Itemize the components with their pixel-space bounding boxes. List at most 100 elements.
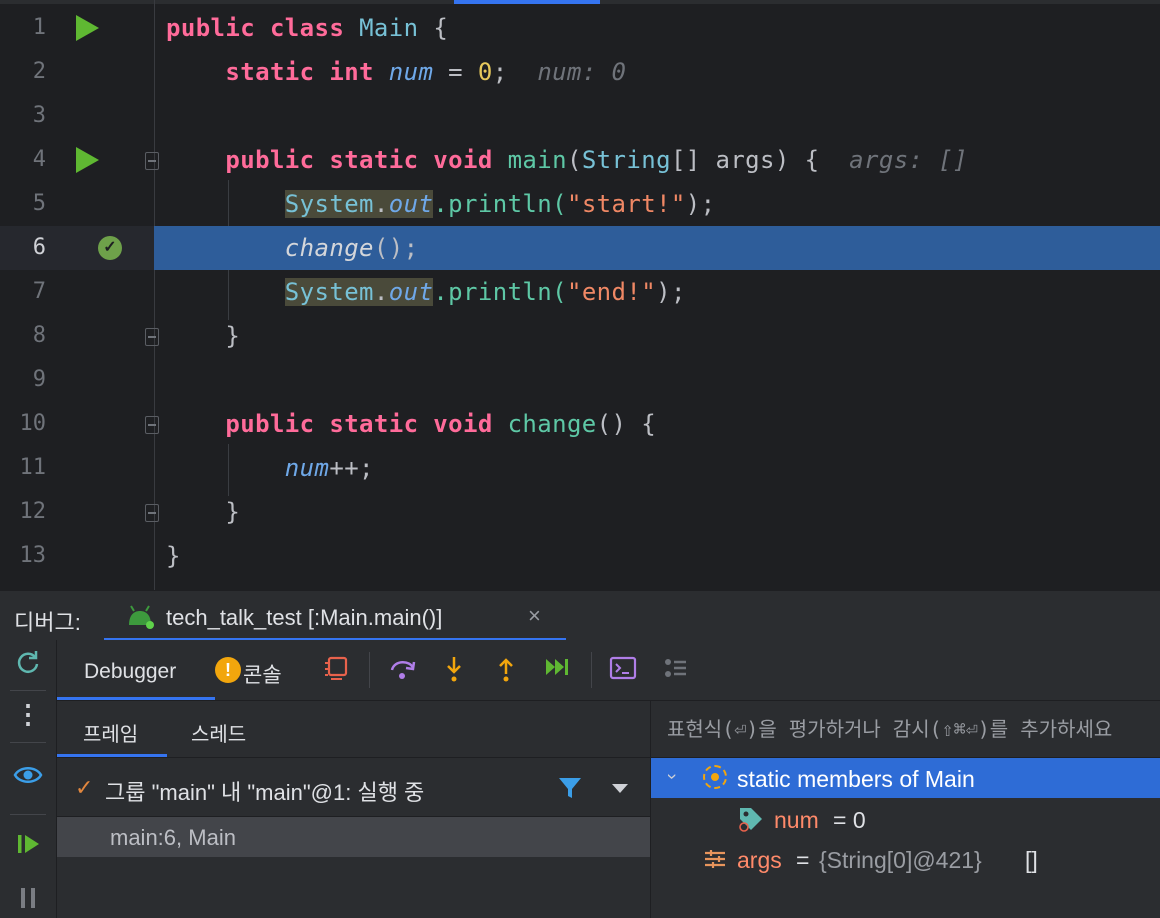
tab-debugger[interactable]: Debugger <box>57 640 215 700</box>
code-line[interactable]: 9 <box>0 358 1160 402</box>
code-line[interactable]: 12 } <box>0 490 1160 534</box>
punctuation: (); <box>373 234 419 262</box>
resume-button[interactable] <box>0 832 56 861</box>
stack-frame-label: main:6, Main <box>110 825 236 850</box>
thread-label: 그룹 "main" 내 "main"@1: 실행 중 <box>105 780 425 805</box>
rerun-button[interactable] <box>0 648 56 681</box>
line-number: 12 <box>19 499 47 524</box>
variable-row-args[interactable]: args = {String[0]@421} [] <box>651 839 1160 879</box>
session-label: tech_talk_test [:Main.main()] <box>166 605 443 630</box>
show-execution-point-button[interactable] <box>320 654 352 686</box>
check-icon: ✓ <box>75 775 94 800</box>
inline-value-hint: num: 0 <box>537 58 627 86</box>
punctuation: { <box>418 14 449 42</box>
step-into-button[interactable] <box>438 654 470 686</box>
toolbar-separator <box>10 690 46 691</box>
watch-eye-button[interactable] <box>0 764 56 791</box>
dropdown-icon[interactable] <box>612 784 628 793</box>
frames-pane: 프레임 스레드 ✓ 그룹 "main" 내 "main"@1: 실행 중 mai… <box>57 701 651 918</box>
keyword: static int <box>225 58 374 86</box>
operator: = <box>433 58 478 86</box>
field-name: num <box>388 58 434 86</box>
variable-row-num[interactable]: num = 0 <box>651 799 1160 839</box>
code-line[interactable]: 1 public class Main { <box>0 6 1160 50</box>
keyword: public static void <box>225 410 493 438</box>
code-line[interactable]: 8 } <box>0 314 1160 358</box>
code-line[interactable]: 4 public static void main(String[] args)… <box>0 138 1160 182</box>
filter-icon[interactable] <box>557 775 583 801</box>
line-number: 2 <box>32 59 46 84</box>
variable-row-static-members[interactable]: › static members of Main <box>651 758 1160 798</box>
step-over-button[interactable] <box>387 654 419 686</box>
keyword: public static void <box>225 146 493 174</box>
variable-value: [] <box>1025 847 1038 873</box>
method-call: .println( <box>433 190 567 218</box>
thread-selector[interactable]: ✓ 그룹 "main" 내 "main"@1: 실행 중 <box>57 758 650 817</box>
evaluate-expression-button[interactable] <box>607 654 639 686</box>
code-line[interactable]: 10 public static void change() { <box>0 402 1160 446</box>
punctuation: . <box>373 278 389 306</box>
inline-value-hint: args: [] <box>849 146 968 174</box>
debug-toolbar: Debugger ! 콘솔 <box>57 640 1160 701</box>
line-number: 11 <box>19 455 47 480</box>
editor-tab-strip <box>0 0 1160 4</box>
code-line[interactable]: 5 System.out.println("start!"); <box>0 182 1160 226</box>
field-tag-icon <box>739 808 762 832</box>
fold-icon[interactable] <box>145 504 159 522</box>
code-editor[interactable]: 1 public class Main { 2 static int num =… <box>0 0 1160 590</box>
method-name: change <box>507 410 597 438</box>
code-line[interactable]: 3 <box>0 94 1160 138</box>
pause-button[interactable] <box>0 884 56 913</box>
punctuation: } <box>225 322 241 350</box>
run-icon[interactable] <box>76 147 99 173</box>
args-icon <box>705 850 725 868</box>
debug-left-toolbar: ⋮ <box>0 640 57 918</box>
debug-session-tab[interactable]: tech_talk_test [:Main.main()] × <box>104 591 566 641</box>
field-name: num <box>284 454 330 482</box>
code-line[interactable]: 7 System.out.println("end!"); <box>0 270 1160 314</box>
line-number: 13 <box>19 543 47 568</box>
threads-icon <box>665 659 686 677</box>
tab-frames[interactable]: 프레임 <box>57 701 167 757</box>
method-call: change <box>284 234 374 262</box>
fold-icon[interactable] <box>145 152 159 170</box>
step-out-icon <box>499 658 513 682</box>
fold-icon[interactable] <box>145 416 159 434</box>
code-line[interactable]: 11 num++; <box>0 446 1160 490</box>
threads-view-button[interactable] <box>659 654 691 686</box>
step-out-button[interactable] <box>490 654 522 686</box>
evaluate-bar <box>651 701 1160 758</box>
chevron-down-icon[interactable]: › <box>662 774 683 780</box>
code-line[interactable]: 13 } <box>0 534 1160 578</box>
code-text: } <box>166 542 181 570</box>
code-line-current[interactable]: 6 ✓ change(); <box>0 226 1160 270</box>
tab-console[interactable]: ! 콘솔 <box>215 640 315 700</box>
tab-console-label: 콘솔 <box>243 664 282 687</box>
pause-icon <box>21 888 35 908</box>
code-text: System.out.println("start!"); <box>166 190 715 218</box>
variable-name: args <box>737 847 782 873</box>
close-icon[interactable]: × <box>528 603 541 629</box>
watch-eye-icon <box>13 767 43 783</box>
fold-icon[interactable] <box>145 328 159 346</box>
code-text: System.out.println("end!"); <box>166 278 686 306</box>
field-name: out <box>388 278 434 306</box>
more-icon[interactable]: ⋮ <box>0 700 56 728</box>
class-name: Main <box>359 14 419 42</box>
debug-tool-window: 디버그: tech_talk_test [:Main.main()] × ⋮ D… <box>0 590 1160 918</box>
run-to-cursor-button[interactable] <box>541 654 573 686</box>
number-literal: 0 <box>477 58 493 86</box>
tab-threads[interactable]: 스레드 <box>167 701 277 757</box>
rerun-icon <box>17 651 39 673</box>
toolbar-separator <box>10 814 46 815</box>
stack-frame-row[interactable]: main:6, Main <box>57 817 650 857</box>
punctuation: ( <box>566 146 582 174</box>
punctuation: ); <box>685 190 716 218</box>
breakpoint-check-icon[interactable]: ✓ <box>98 236 122 260</box>
warning-badge-icon: ! <box>215 657 241 683</box>
evaluate-expression-input[interactable] <box>667 715 1160 743</box>
class-name: String <box>581 146 671 174</box>
keyword: public class <box>166 14 345 42</box>
code-line[interactable]: 2 static int num = 0; num: 0 <box>0 50 1160 94</box>
run-icon[interactable] <box>76 15 99 41</box>
